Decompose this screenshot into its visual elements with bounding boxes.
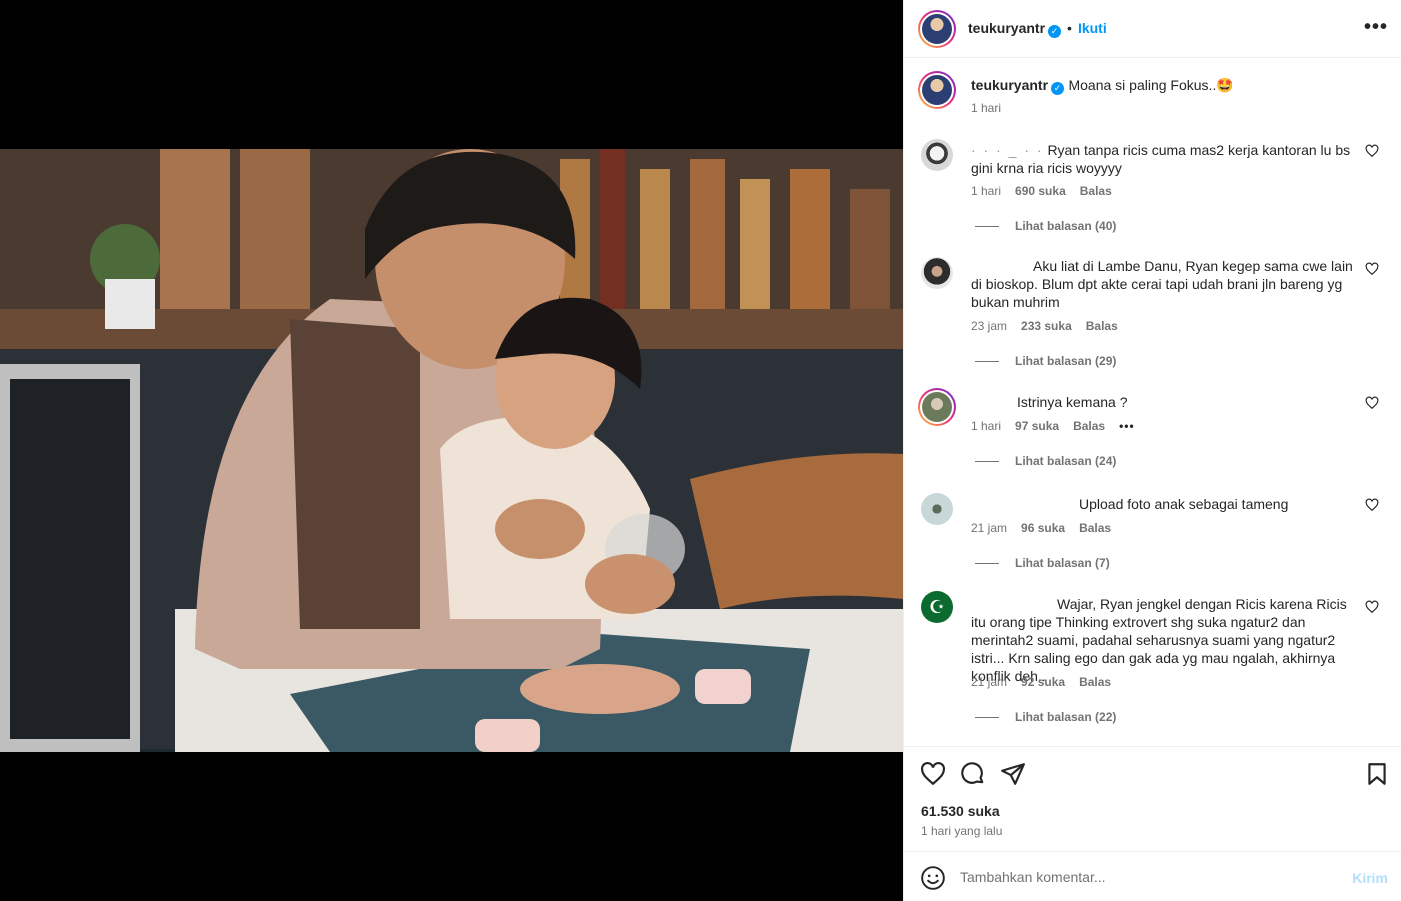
comment-time: 1 hari	[971, 184, 1002, 198]
commenter-avatar[interactable]	[918, 388, 956, 426]
verified-badge-icon: ✓	[1051, 82, 1065, 95]
caption-author-avatar-image	[922, 75, 952, 105]
author-avatar-image	[922, 14, 952, 44]
comment-likes[interactable]: 97 suka	[1015, 419, 1059, 433]
redacted-username	[971, 393, 1017, 411]
comment-time: 1 hari	[971, 419, 1002, 433]
comments-sidebar: teukuryantr ✓ • Ikuti ••• teukuryantr ✓ Moan…	[903, 0, 1401, 901]
emoji-icon[interactable]	[920, 865, 946, 891]
view-replies-label: Lihat balasan (7)	[1015, 556, 1110, 570]
comment-more-options-icon[interactable]: •••	[1119, 419, 1135, 433]
caption-text: Moana si paling Fokus..🤩	[1068, 77, 1234, 93]
post-header: teukuryantr ✓ • Ikuti •••	[904, 0, 1401, 58]
view-replies-button[interactable]: Lihat balasan (24)	[971, 454, 1116, 468]
comment-likes[interactable]: 96 suka	[1021, 521, 1065, 535]
post-actions: 61.530 suka 1 hari yang lalu	[904, 746, 1401, 851]
comment-likes[interactable]: 92 suka	[1021, 675, 1065, 689]
view-replies-label: Lihat balasan (40)	[1015, 219, 1117, 233]
reply-button[interactable]: Balas	[1086, 319, 1118, 333]
view-replies-label: Lihat balasan (29)	[1015, 354, 1117, 368]
caption-username[interactable]: teukuryantr	[971, 77, 1048, 93]
save-bookmark-icon[interactable]	[1364, 761, 1390, 787]
add-comment-bar: Kirim	[904, 851, 1401, 901]
instagram-post-view: teukuryantr ✓ • Ikuti ••• teukuryantr ✓ Moan…	[0, 0, 1401, 901]
comments-list[interactable]: teukuryantr ✓ Moana si paling Fokus..🤩 1 …	[904, 59, 1401, 745]
comment-likes[interactable]: 690 suka	[1015, 184, 1066, 198]
author-line: teukuryantr ✓ • Ikuti	[968, 20, 1107, 38]
comment-text: Istrinya kemana ?	[1017, 394, 1128, 410]
divider-line	[975, 361, 999, 363]
divider-line	[975, 226, 999, 228]
reply-button[interactable]: Balas	[1079, 675, 1111, 689]
redacted-username	[971, 495, 1079, 513]
post-photo-illustration	[0, 149, 903, 752]
share-paper-plane-icon[interactable]	[1000, 761, 1026, 787]
comment-meta: 23 jam 233 suka Balas	[971, 319, 1132, 333]
comment-text: Upload foto anak sebagai tameng	[1079, 496, 1289, 512]
comment-bubble-icon[interactable]	[960, 761, 986, 787]
verified-badge-icon: ✓	[1048, 25, 1062, 38]
post-like-count[interactable]: 61.530 suka	[921, 803, 1000, 819]
comment-meta: 21 jam 92 suka Balas	[971, 675, 1125, 689]
comment-meta: 1 hari 97 suka Balas •••	[971, 419, 1149, 433]
view-replies-button[interactable]: Lihat balasan (22)	[971, 710, 1116, 724]
caption: teukuryantr ✓ Moana si paling Fokus..🤩	[971, 77, 1371, 95]
media-pane	[0, 0, 903, 901]
comment-time: 23 jam	[971, 319, 1008, 333]
redacted-username	[971, 595, 1057, 613]
like-heart-icon[interactable]	[920, 761, 946, 787]
comment-text-block: Upload foto anak sebagai tameng	[971, 495, 1363, 513]
like-comment-heart-icon[interactable]	[1365, 262, 1379, 276]
post-photo[interactable]	[0, 149, 903, 752]
comment-text-block: Istrinya kemana ?	[971, 393, 1363, 411]
commenter-avatar[interactable]	[921, 257, 953, 289]
reply-button[interactable]: Balas	[1080, 184, 1112, 198]
comment-text-block: · · · _ · · Ryan tanpa ricis cuma mas2 k…	[971, 141, 1363, 177]
view-replies-button[interactable]: Lihat balasan (7)	[971, 556, 1110, 570]
comment-likes[interactable]: 233 suka	[1021, 319, 1072, 333]
pakistan-flag-avatar-icon[interactable]: ☪	[921, 591, 953, 623]
view-replies-label: Lihat balasan (22)	[1015, 710, 1117, 724]
follow-button[interactable]: Ikuti	[1078, 20, 1107, 36]
reply-button[interactable]: Balas	[1079, 521, 1111, 535]
post-timestamp: 1 hari yang lalu	[921, 824, 1003, 838]
comment-meta: 1 hari 690 suka Balas	[971, 184, 1126, 198]
reply-button[interactable]: Balas	[1073, 419, 1105, 433]
view-replies-label: Lihat balasan (24)	[1015, 454, 1117, 468]
caption-author-avatar[interactable]	[918, 71, 956, 109]
divider-line	[975, 461, 999, 463]
comment-time: 21 jam	[971, 675, 1008, 689]
caption-time: 1 hari	[971, 101, 1002, 115]
more-options-icon[interactable]: •••	[1364, 16, 1388, 39]
author-avatar[interactable]	[918, 10, 956, 48]
redacted-username: · · · _ · ·	[971, 142, 1044, 158]
redacted-username	[971, 257, 1033, 275]
separator-dot: •	[1067, 20, 1072, 36]
view-replies-button[interactable]: Lihat balasan (40)	[971, 219, 1116, 233]
divider-line	[975, 563, 999, 565]
commenter-avatar[interactable]	[921, 139, 953, 171]
send-comment-button[interactable]: Kirim	[1352, 870, 1388, 886]
like-comment-heart-icon[interactable]	[1365, 396, 1379, 410]
like-comment-heart-icon[interactable]	[1365, 600, 1379, 614]
like-comment-heart-icon[interactable]	[1365, 498, 1379, 512]
comment-time: 21 jam	[971, 521, 1008, 535]
comment-meta: 21 jam 96 suka Balas	[971, 521, 1125, 535]
comment-text-block: Wajar, Ryan jengkel dengan Ricis karena …	[971, 595, 1363, 685]
author-username[interactable]: teukuryantr	[968, 20, 1045, 36]
view-replies-button[interactable]: Lihat balasan (29)	[971, 354, 1116, 368]
divider-line	[975, 717, 999, 719]
commenter-avatar-image	[922, 392, 952, 422]
like-comment-heart-icon[interactable]	[1365, 144, 1379, 158]
commenter-avatar[interactable]	[921, 493, 953, 525]
comment-input[interactable]	[960, 866, 1340, 888]
comment-text-block: Aku liat di Lambe Danu, Ryan kegep sama …	[971, 257, 1363, 311]
